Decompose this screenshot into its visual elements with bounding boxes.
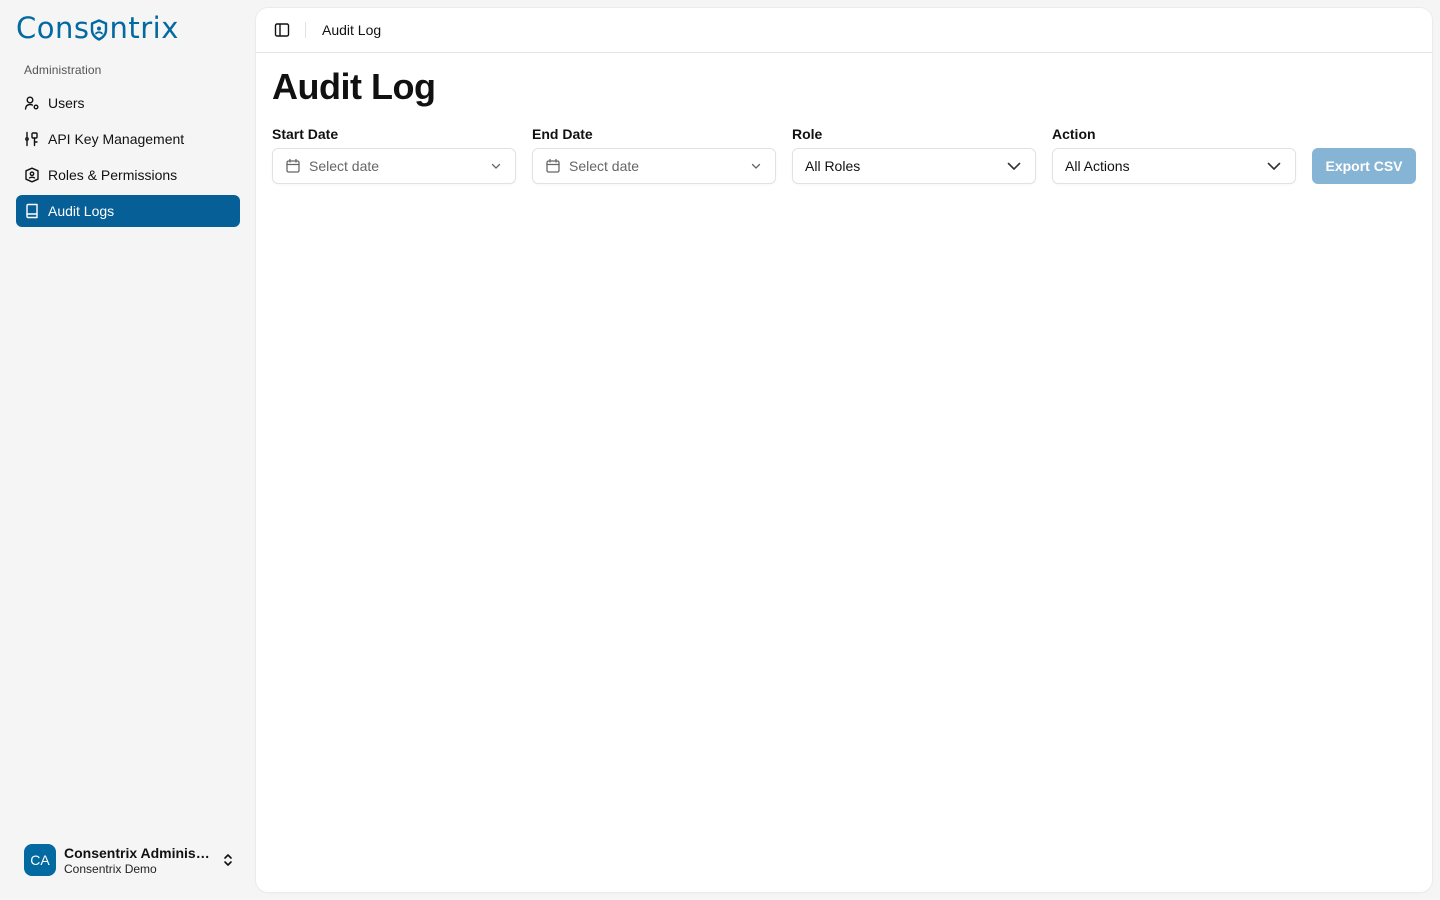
topbar: Audit Log [256,8,1432,53]
brand-logo[interactable]: Cons ntrix [16,11,179,45]
end-date-placeholder: Select date [569,158,640,174]
start-date-placeholder: Select date [309,158,380,174]
user-cog-icon [24,95,40,111]
sidebar-item-api-keys[interactable]: API Key Management [16,123,240,155]
user-menu[interactable]: CA Consentrix Administrator Consentrix D… [16,836,240,884]
action-select-value: All Actions [1065,158,1130,174]
role-label: Role [792,126,823,142]
action-label: Action [1052,126,1096,142]
sidebar-item-label: Audit Logs [48,203,115,219]
calendar-icon [546,158,560,173]
user-name: Consentrix Administrator [64,844,210,861]
brand-name-prefix: Cons [16,11,90,45]
main-panel: Audit Log Audit Log Start Date Select da… [256,8,1432,892]
book-icon [24,203,40,219]
sidebar: Cons ntrix Administration Users API Key … [0,0,256,900]
action-select[interactable]: All Actions [1052,148,1296,184]
user-info: Consentrix Administrator Consentrix Demo [64,845,210,876]
avatar: CA [24,844,56,876]
start-date-label: Start Date [272,126,339,142]
role-field: Role All Roles [792,126,1036,184]
chevron-down-icon [1267,162,1281,170]
calendar-icon [286,158,300,173]
breadcrumb: Audit Log [322,22,382,38]
brand-name-suffix: ntrix [109,11,179,45]
chevrons-up-down-icon [224,854,232,866]
end-date-field: End Date Select date [532,126,776,184]
sidebar-item-roles[interactable]: Roles & Permissions [16,159,240,191]
chevron-down-icon [751,163,761,169]
end-date-label: End Date [532,126,593,142]
shield-icon [24,167,40,183]
role-select-value: All Roles [805,158,861,174]
page-title: Audit Log [272,66,436,107]
panel-left-icon [274,23,290,37]
sidebar-item-label: Users [48,95,85,111]
user-org: Consentrix Demo [64,861,157,876]
action-field: Action All Actions [1052,126,1296,184]
section-label-administration: Administration [24,63,102,77]
sidebar-toggle-button[interactable] [273,21,291,39]
sidebar-item-label: API Key Management [48,131,185,147]
role-select[interactable]: All Roles [792,148,1036,184]
topbar-divider [305,22,306,38]
export-csv-button[interactable]: Export CSV [1312,148,1416,184]
key-icon [24,131,40,147]
sidebar-item-label: Roles & Permissions [48,167,178,183]
start-date-picker[interactable]: Select date [272,148,516,184]
chevron-down-icon [491,163,501,169]
app-root: Cons ntrix Administration Users API Key … [0,0,1440,900]
end-date-picker[interactable]: Select date [532,148,776,184]
filter-bar: Start Date Select date End Date Select d… [272,126,1416,186]
sidebar-nav: Users API Key Management Roles & Permiss… [16,87,240,231]
sidebar-item-users[interactable]: Users [16,87,240,119]
start-date-field: Start Date Select date [272,126,516,184]
sidebar-item-audit-logs[interactable]: Audit Logs [16,195,240,227]
chevron-down-icon [1007,162,1021,170]
logo-shield-icon [91,19,108,41]
